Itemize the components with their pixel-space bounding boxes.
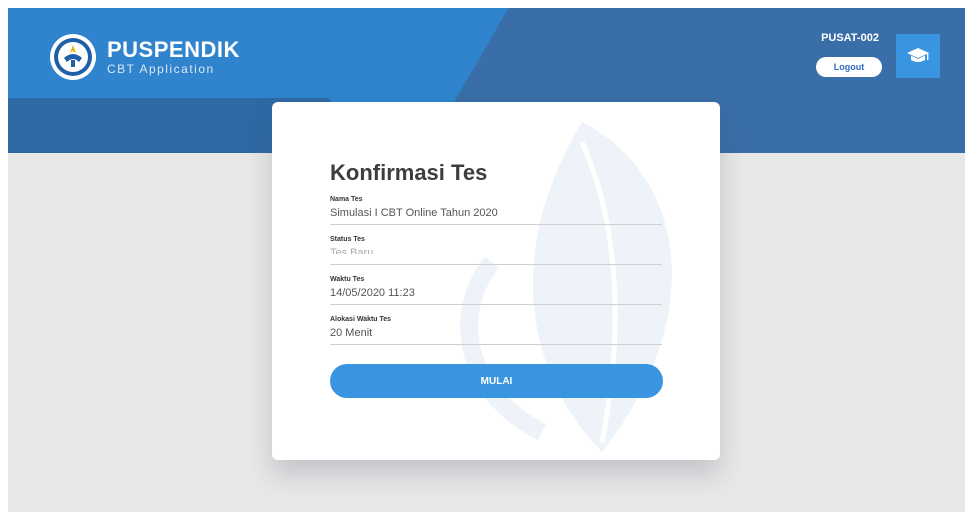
field-value: Tes Baru [330, 247, 374, 254]
test-confirmation-card: Konfirmasi Tes Nama Tes Simulasi I CBT O… [272, 102, 720, 460]
field-label: Waktu Tes [330, 276, 365, 283]
page-title: Konfirmasi Tes [330, 160, 488, 185]
field-nama-tes: Nama Tes Simulasi I CBT Online Tahun 202… [330, 192, 662, 225]
brand-subtitle: CBT Application [107, 62, 215, 76]
field-value: 14/05/2020 11:23 [330, 287, 415, 299]
field-label: Alokasi Waktu Tes [330, 316, 392, 323]
field-alokasi-waktu: Alokasi Waktu Tes 20 Menit [330, 312, 662, 345]
user-id: PUSAT-002 [821, 32, 879, 44]
tut-wuri-handayani-logo-icon [50, 34, 96, 80]
start-test-button[interactable]: MULAI [330, 364, 663, 398]
field-label: Status Tes [330, 236, 365, 243]
brand-name: PUSPENDIK [107, 37, 240, 62]
field-waktu-tes: Waktu Tes 14/05/2020 11:23 [330, 272, 662, 305]
logout-button[interactable]: Logout [816, 57, 882, 77]
graduation-cap-icon[interactable] [896, 34, 940, 78]
app-frame: PUSPENDIK CBT Application PUSAT-002 Logo… [8, 8, 965, 512]
field-status-tes: Status Tes Tes Baru [330, 232, 662, 265]
field-value: 20 Menit [330, 327, 373, 339]
brand: PUSPENDIK CBT Application [107, 37, 240, 77]
field-label: Nama Tes [330, 196, 363, 203]
field-value: Simulasi I CBT Online Tahun 2020 [330, 207, 498, 219]
